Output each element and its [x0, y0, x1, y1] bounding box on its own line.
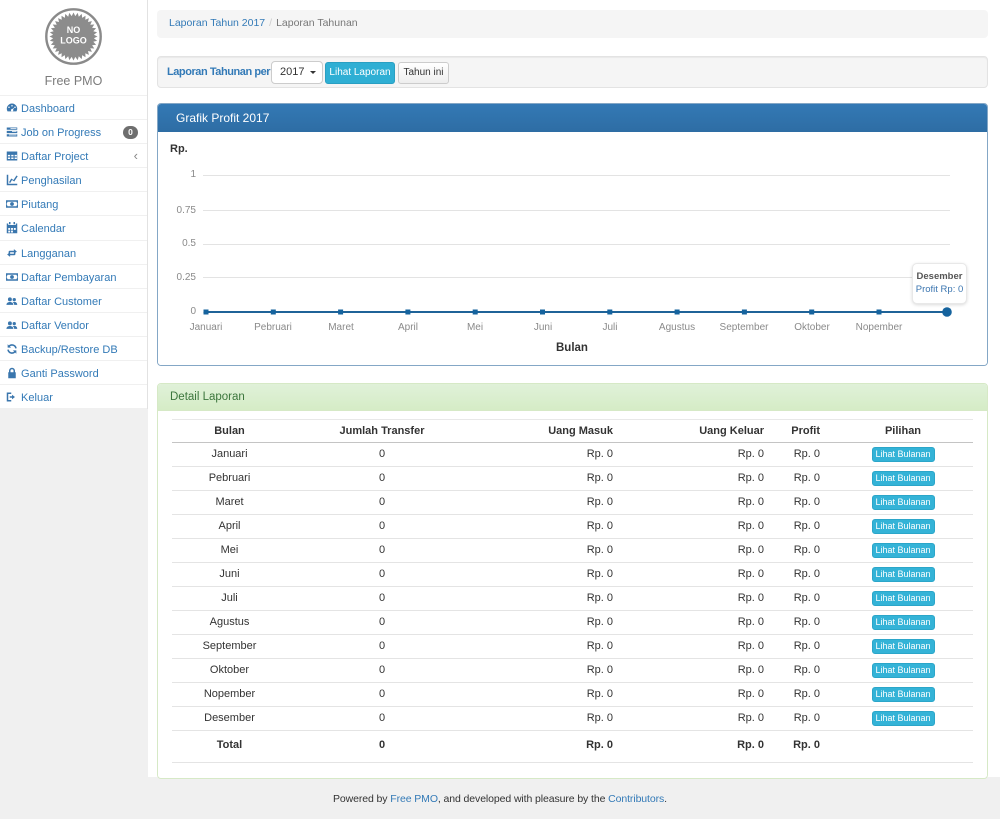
svg-text:LOGO: LOGO: [60, 36, 87, 46]
svg-text:NO: NO: [67, 25, 81, 35]
